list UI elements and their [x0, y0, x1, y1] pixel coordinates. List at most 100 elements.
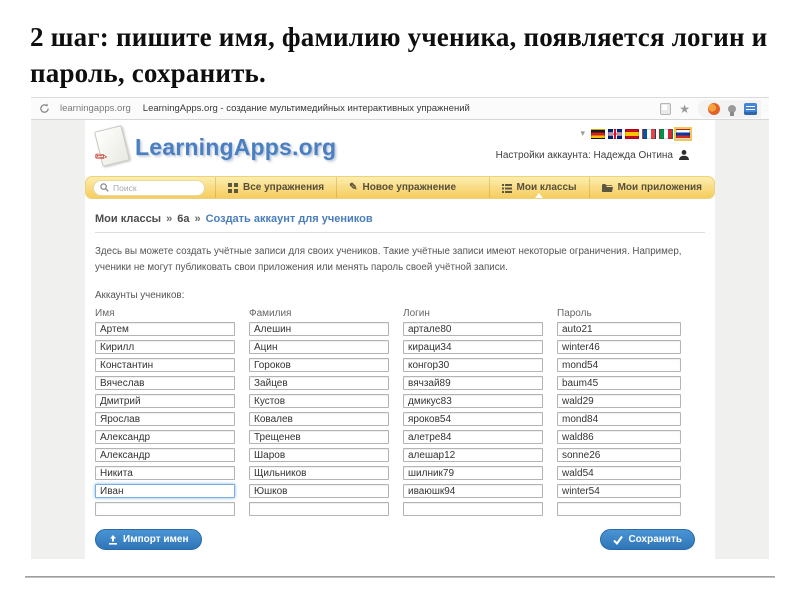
name-input[interactable] [95, 394, 235, 409]
name-input[interactable] [95, 412, 235, 427]
surname-input[interactable] [249, 430, 389, 445]
page-description: Здесь вы можете создать учётные записи д… [95, 246, 682, 273]
column-header-name: Имя [95, 308, 115, 320]
person-icon [678, 149, 690, 161]
password-input[interactable] [557, 412, 681, 427]
name-input[interactable] [95, 448, 235, 463]
account-settings-label: Настройки аккаунта: Надежда Онтина [495, 149, 673, 161]
webpage-background: ✎ LearningApps.org ▾ Настройки аккаунта:… [31, 120, 769, 559]
password-input[interactable] [557, 322, 681, 337]
login-input[interactable] [403, 502, 543, 517]
column-header-surname: Фамилия [249, 308, 292, 320]
surname-input[interactable] [249, 484, 389, 499]
surname-input[interactable] [249, 502, 389, 517]
import-names-button[interactable]: Импорт имен [95, 529, 202, 551]
accounts-label: Аккаунты учеников: [95, 290, 185, 302]
language-switcher: ▾ [580, 126, 692, 141]
login-input[interactable] [403, 340, 543, 355]
device-icon[interactable] [660, 102, 672, 115]
surname-input[interactable] [249, 376, 389, 391]
login-input[interactable] [403, 430, 543, 445]
blue-extension-icon[interactable] [744, 102, 757, 115]
header-right: ▾ Настройки аккаунта: Надежда Онтина [496, 126, 692, 161]
surname-input[interactable] [249, 394, 389, 409]
student-row [95, 358, 705, 373]
search-input[interactable] [113, 182, 198, 193]
login-input[interactable] [403, 376, 543, 391]
name-input[interactable] [95, 376, 235, 391]
student-table: Имя Фамилия Логин Пароль [95, 308, 705, 517]
breadcrumb-current[interactable]: Создать аккаунт для учеников [206, 213, 373, 225]
star-icon[interactable]: ★ [679, 103, 690, 115]
name-input[interactable] [95, 322, 235, 337]
main-menu-bar: Все упражнения ✎ Новое упражнение Мои кл… [85, 176, 715, 199]
password-input[interactable] [557, 394, 681, 409]
password-input[interactable] [557, 448, 681, 463]
save-button[interactable]: Сохранить [600, 529, 695, 551]
surname-input[interactable] [249, 322, 389, 337]
name-input[interactable] [95, 466, 235, 481]
student-row [95, 430, 705, 445]
address-url[interactable]: learningapps.org [60, 103, 131, 114]
spanish-flag[interactable] [625, 128, 639, 139]
password-input[interactable] [557, 466, 681, 481]
student-row [95, 484, 705, 499]
site-logo[interactable]: ✎ LearningApps.org [91, 125, 336, 172]
webpage-content: ✎ LearningApps.org ▾ Настройки аккаунта:… [85, 120, 715, 559]
russian-flag[interactable] [674, 126, 692, 141]
column-header-login: Логин [403, 308, 430, 320]
table-header-row: Имя Фамилия Логин Пароль [95, 308, 705, 319]
breadcrumb-class[interactable]: 6а [177, 213, 189, 225]
breadcrumb: Мои классы » 6а » Создать аккаунт для уч… [95, 213, 705, 233]
student-row [95, 394, 705, 409]
column-header-password: Пароль [557, 308, 592, 320]
name-input[interactable] [95, 484, 235, 499]
student-table-rows [95, 322, 705, 517]
login-input[interactable] [403, 466, 543, 481]
surname-input[interactable] [249, 466, 389, 481]
password-input[interactable] [557, 430, 681, 445]
login-input[interactable] [403, 358, 543, 373]
account-settings[interactable]: Настройки аккаунта: Надежда Онтина [496, 149, 690, 161]
login-input[interactable] [403, 394, 543, 409]
menu-item-label: Мои приложения [617, 182, 702, 193]
name-input[interactable] [95, 430, 235, 445]
password-input[interactable] [557, 376, 681, 391]
surname-input[interactable] [249, 340, 389, 355]
password-input[interactable] [557, 340, 681, 355]
menu-item-new-exercise[interactable]: ✎ Новое упражнение [336, 177, 468, 198]
name-input[interactable] [95, 358, 235, 373]
login-input[interactable] [403, 322, 543, 337]
chevron-down-icon[interactable]: ▾ [580, 128, 585, 139]
reload-icon[interactable] [39, 103, 50, 114]
lightbulb-icon[interactable] [728, 104, 736, 116]
password-input[interactable] [557, 484, 681, 499]
german-flag[interactable] [591, 128, 605, 139]
list-icon [501, 183, 512, 193]
breadcrumb-root[interactable]: Мои классы [95, 213, 161, 225]
french-flag[interactable] [642, 128, 656, 139]
surname-input[interactable] [249, 412, 389, 427]
browser-page-title: LearningApps.org - создание мультимедийн… [142, 103, 470, 114]
password-input[interactable] [557, 358, 681, 373]
password-input[interactable] [557, 502, 681, 517]
menu-item-my-classes[interactable]: Мои классы [488, 177, 589, 198]
login-input[interactable] [403, 412, 543, 427]
italian-flag[interactable] [659, 128, 673, 139]
login-input[interactable] [403, 484, 543, 499]
menu-item-label: Все упражнения [243, 182, 325, 193]
uk-flag[interactable] [608, 128, 622, 139]
search-box [93, 179, 205, 196]
login-input[interactable] [403, 448, 543, 463]
name-input[interactable] [95, 340, 235, 355]
menu-item-all-exercises[interactable]: Все упражнения [215, 177, 336, 198]
name-input[interactable] [95, 502, 235, 517]
surname-input[interactable] [249, 448, 389, 463]
slide-footer-divider [25, 576, 775, 578]
surname-input[interactable] [249, 358, 389, 373]
menu-item-my-apps[interactable]: Мои приложения [588, 177, 714, 198]
menu-item-label: Мои классы [516, 182, 577, 193]
browser-window: learningapps.org LearningApps.org - созд… [31, 97, 769, 559]
orange-extension-icon[interactable] [708, 102, 720, 115]
extensions-area [698, 99, 761, 118]
